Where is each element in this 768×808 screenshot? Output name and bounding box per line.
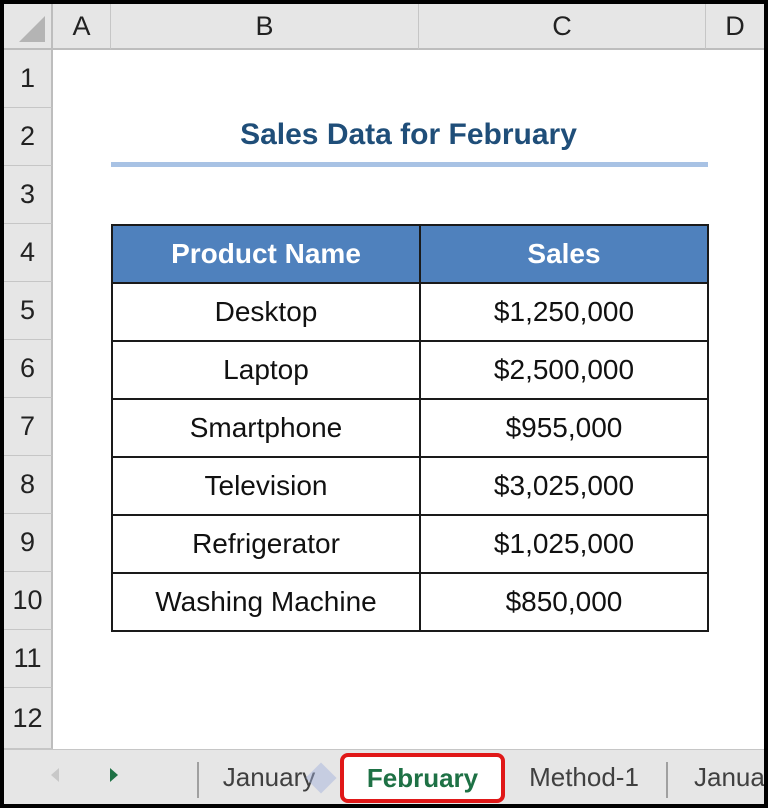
tab-divider (197, 762, 199, 798)
spreadsheet-window: A B C D 1 2 3 4 5 6 7 8 9 10 11 12 Sales… (4, 4, 764, 804)
header-product-name[interactable]: Product Name (111, 224, 421, 284)
sheet-title[interactable]: Sales Data for February (111, 112, 706, 158)
row-header-5[interactable]: 5 (4, 282, 53, 340)
cell-sales[interactable]: $955,000 (419, 398, 709, 458)
row-header-11[interactable]: 11 (4, 630, 53, 688)
tab-january[interactable]: January (204, 754, 334, 800)
tab-divider (666, 762, 668, 798)
sales-table: Product Name Sales Desktop $1,250,000 La… (111, 224, 709, 632)
cell-product[interactable]: Refrigerator (111, 514, 421, 574)
table-row: Smartphone $955,000 (111, 398, 709, 458)
row-header-10[interactable]: 10 (4, 572, 53, 630)
table-row: Desktop $1,250,000 (111, 282, 709, 342)
table-header-row: Product Name Sales (111, 224, 709, 284)
cell-sales[interactable]: $1,250,000 (419, 282, 709, 342)
column-header-b[interactable]: B (111, 4, 419, 50)
select-all-triangle-icon (19, 16, 45, 42)
cell-product[interactable]: Washing Machine (111, 572, 421, 632)
row-header-4[interactable]: 4 (4, 224, 53, 282)
row-header-8[interactable]: 8 (4, 456, 53, 514)
table-row: Washing Machine $850,000 (111, 572, 709, 632)
table-row: Laptop $2,500,000 (111, 340, 709, 400)
cell-product[interactable]: Television (111, 456, 421, 516)
scroll-tabs-right-icon[interactable] (110, 768, 118, 782)
tab-january-2[interactable]: Janua (680, 754, 764, 800)
cell-sales[interactable]: $850,000 (419, 572, 709, 632)
row-header-12[interactable]: 12 (4, 688, 53, 749)
row-header-7[interactable]: 7 (4, 398, 53, 456)
row-header-2[interactable]: 2 (4, 108, 53, 166)
cell-product[interactable]: Desktop (111, 282, 421, 342)
cell-sales[interactable]: $3,025,000 (419, 456, 709, 516)
row-header-3[interactable]: 3 (4, 166, 53, 224)
cell-sales[interactable]: $1,025,000 (419, 514, 709, 574)
cell-sales[interactable]: $2,500,000 (419, 340, 709, 400)
scroll-tabs-left-icon[interactable] (51, 768, 59, 782)
sheet-tab-bar: January exceldemy EXCEL · DATA · BI Febr… (4, 749, 764, 804)
title-underline (111, 162, 708, 167)
tab-february[interactable]: February (340, 753, 505, 803)
column-header-a[interactable]: A (53, 4, 111, 50)
row-header-1[interactable]: 1 (4, 50, 53, 108)
table-row: Refrigerator $1,025,000 (111, 514, 709, 574)
row-header-9[interactable]: 9 (4, 514, 53, 572)
column-header-d[interactable]: D (706, 4, 764, 50)
header-sales[interactable]: Sales (419, 224, 709, 284)
column-header-c[interactable]: C (419, 4, 706, 50)
select-all-button[interactable] (4, 4, 53, 50)
cell-product[interactable]: Smartphone (111, 398, 421, 458)
row-header-6[interactable]: 6 (4, 340, 53, 398)
table-row: Television $3,025,000 (111, 456, 709, 516)
tab-method-1[interactable]: Method-1 (509, 754, 659, 800)
cell-product[interactable]: Laptop (111, 340, 421, 400)
